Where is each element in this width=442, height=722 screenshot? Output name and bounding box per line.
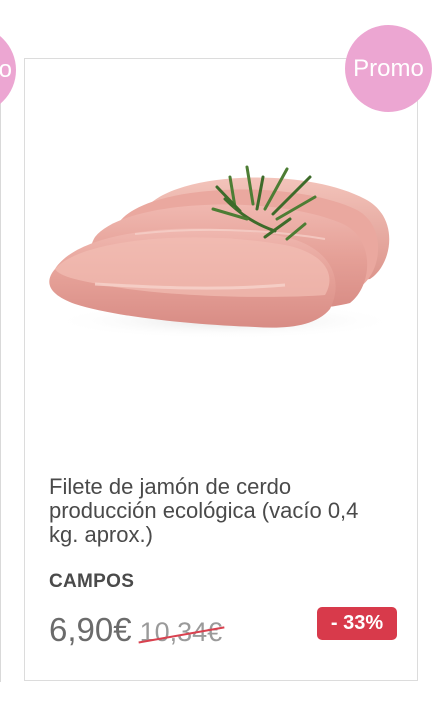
old-price: 10,34€ [138, 617, 224, 648]
product-brand: CAMPOS [49, 571, 135, 592]
product-carousel: Promo Promo [0, 0, 442, 722]
product-title[interactable]: Filete de jamón de cerdo producción ecol… [49, 475, 389, 547]
current-price: 6,90€ [49, 611, 132, 648]
promo-badge: Promo [345, 25, 432, 112]
previous-promo-badge-label: Promo [0, 56, 12, 83]
old-price-text: 10,34€ [139, 617, 223, 647]
discount-badge: - 33% [317, 607, 397, 640]
product-card[interactable]: Filete de jamón de cerdo producción ecol… [24, 58, 418, 681]
previous-product-card[interactable] [0, 54, 1, 682]
pork-fillet-image [49, 165, 400, 339]
price-row: 6,90€ 10,34€ [49, 611, 224, 651]
product-image[interactable] [25, 59, 417, 459]
previous-promo-badge: Promo [0, 26, 16, 114]
